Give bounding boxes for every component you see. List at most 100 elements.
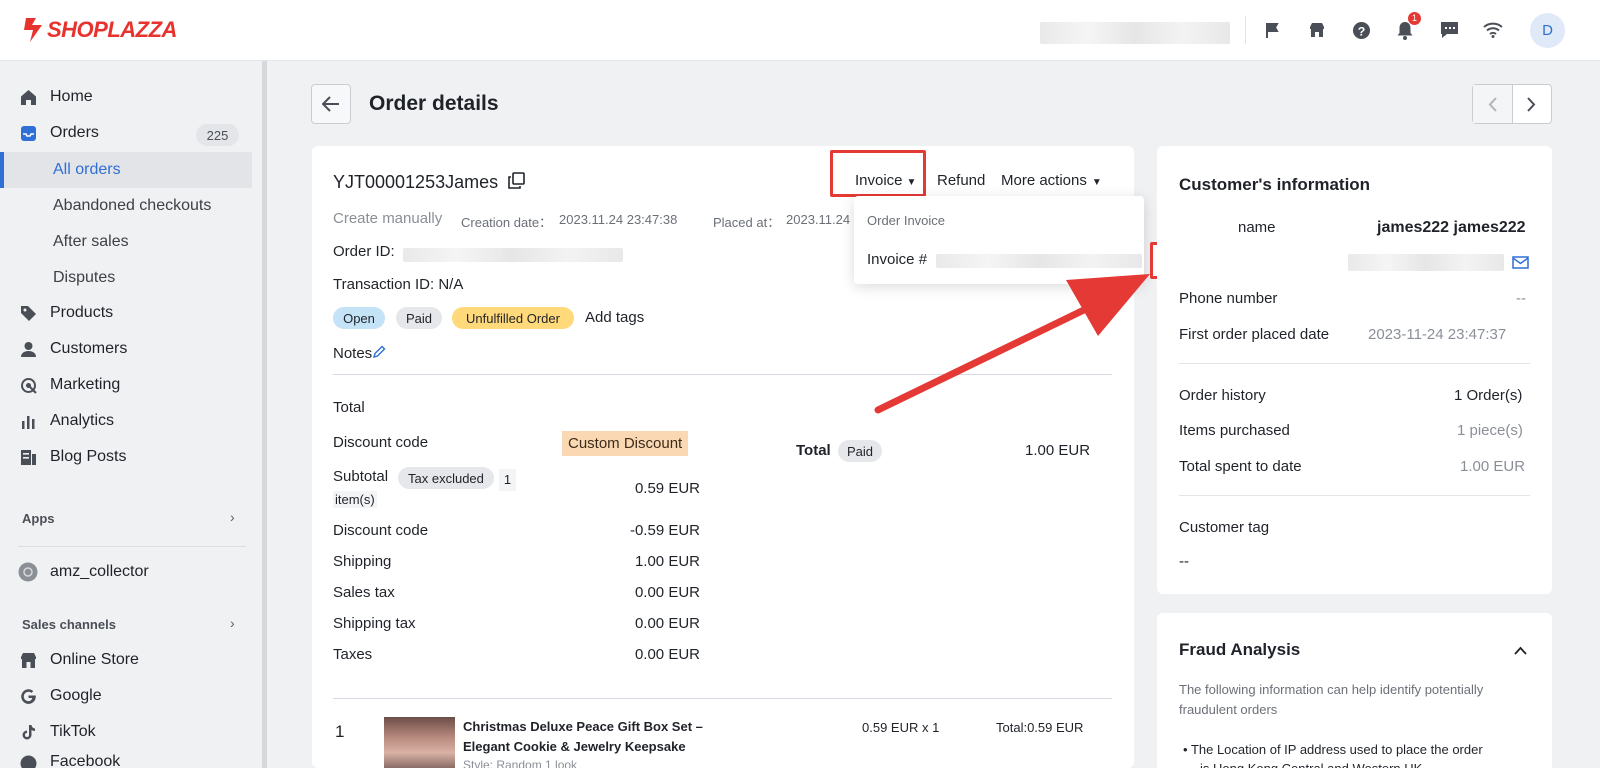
divider: [333, 698, 1112, 699]
facebook-icon: [18, 753, 38, 768]
sidebar-item-amz-collector[interactable]: amz_collector: [18, 557, 253, 587]
more-actions-button[interactable]: More actions ▼: [1001, 172, 1102, 189]
notes-label: Notes: [333, 345, 373, 362]
fraud-bullet-1: • The Location of IP address used to pla…: [1183, 742, 1483, 757]
wifi-icon[interactable]: [1482, 19, 1504, 41]
fraud-description-line2: fraudulent orders: [1179, 702, 1278, 717]
google-icon: [18, 686, 38, 706]
mail-icon[interactable]: [1512, 256, 1529, 273]
sidebar-item-label: Google: [50, 687, 102, 704]
copy-icon[interactable]: [508, 172, 525, 193]
sidebar-item-home[interactable]: Home: [18, 82, 253, 112]
creation-date-label: Creation date：: [461, 215, 553, 230]
next-order-button[interactable]: [1513, 85, 1552, 123]
refund-button[interactable]: Refund: [937, 172, 985, 189]
line-item-index: 1: [335, 722, 345, 741]
help-icon[interactable]: ?: [1350, 19, 1372, 41]
payment-status-badge: Paid: [838, 440, 883, 462]
customer-heading: Customer's information: [1179, 175, 1371, 194]
fraud-heading: Fraud Analysis: [1179, 640, 1301, 659]
shipping-label: Shipping: [333, 553, 392, 570]
sidebar-item-label: amz_collector: [50, 563, 149, 580]
chevron-left-icon: [1488, 96, 1497, 112]
analytics-icon: [18, 411, 38, 431]
previous-order-button[interactable]: [1473, 85, 1513, 123]
customer-tag-value: --: [1179, 553, 1189, 570]
sales-channels-section-label: Sales channels: [22, 617, 116, 632]
sidebar-subitem-abandoned-checkouts[interactable]: Abandoned checkouts: [53, 197, 211, 215]
items-purchased-label: Items purchased: [1179, 422, 1290, 439]
subtotal-value: 0.59 EUR: [634, 480, 700, 497]
fraud-description-line1: The following information can help ident…: [1179, 682, 1484, 697]
creation-date-value: 2023.11.24 23:47:38: [559, 212, 678, 227]
first-order-label: First order placed date: [1179, 326, 1330, 343]
first-order-value: 2023-11-24 23:47:37: [1368, 326, 1507, 343]
tiktok-icon: [18, 722, 38, 742]
back-button[interactable]: [311, 84, 351, 124]
product-title-line2[interactable]: Elegant Cookie & Jewelry Keepsake: [463, 739, 686, 754]
shoplazza-logo[interactable]: SHOPLAZZA: [22, 16, 177, 44]
order-history-label: Order history: [1179, 387, 1266, 404]
chevron-right-icon[interactable]: ›: [230, 509, 235, 525]
blog-icon: [18, 447, 38, 467]
sidebar-item-google[interactable]: Google: [18, 681, 253, 711]
line-item-total: Total:0.59 EUR: [996, 720, 1084, 735]
order-name: YJT00001253James: [333, 172, 499, 192]
divider: [1245, 16, 1246, 44]
sidebar-item-facebook[interactable]: Facebook: [18, 753, 253, 768]
order-history-link[interactable]: 1 Order(s): [1454, 387, 1522, 404]
shipping-tax-label: Shipping tax: [333, 615, 416, 632]
caret-down-icon: ▼: [1091, 177, 1102, 188]
app-icon: [18, 562, 38, 582]
orders-icon: [18, 123, 38, 143]
sidebar-item-label: Analytics: [50, 412, 115, 429]
sidebar-item-marketing[interactable]: Marketing: [18, 370, 253, 400]
order-pagination: [1472, 84, 1552, 124]
sidebar-item-label: Online Store: [50, 651, 139, 668]
sidebar-item-customers[interactable]: Customers: [18, 334, 253, 364]
fraud-bullet-1-text: The Location of IP address used to place…: [1190, 742, 1483, 757]
total-spent-value: 1.00 EUR: [1460, 458, 1526, 475]
divider: [18, 546, 246, 547]
chevron-right-icon[interactable]: ›: [230, 615, 235, 631]
top-bar: SHOPLAZZA ? 1 D: [0, 0, 1600, 61]
line-item-price: 0.59 EUR x 1: [862, 720, 940, 735]
divider: [1179, 363, 1530, 364]
product-title-line1[interactable]: Christmas Deluxe Peace Gift Box Set –: [463, 719, 703, 734]
add-tags-link[interactable]: Add tags: [585, 309, 644, 326]
dropdown-header: Order Invoice: [867, 213, 946, 228]
invoice-dropdown-button[interactable]: Invoice ▼: [855, 172, 916, 189]
invoice-label: Invoice: [855, 172, 903, 189]
divider: [1179, 495, 1530, 496]
tag-icon: [18, 303, 38, 323]
flag-icon[interactable]: [1261, 19, 1283, 41]
sidebar-scrollbar[interactable]: [262, 61, 267, 768]
sidebar-item-label: Orders: [50, 124, 99, 141]
caret-down-icon: ▼: [906, 177, 917, 188]
totals-heading: Total: [333, 399, 365, 416]
product-variant: Style: Random 1 look: [463, 758, 578, 768]
notes-link[interactable]: Notes: [333, 345, 386, 362]
sales-tax-label: Sales tax: [333, 584, 395, 601]
customer-tag-label: Customer tag: [1179, 519, 1270, 536]
chat-icon[interactable]: [1438, 19, 1460, 41]
sidebar-subitem-all-orders[interactable]: All orders: [53, 161, 121, 179]
sidebar-subitem-after-sales[interactable]: After sales: [53, 233, 129, 251]
items-count-part1: 1: [499, 469, 516, 491]
sidebar-item-blog-posts[interactable]: Blog Posts: [18, 442, 253, 472]
svg-text:?: ?: [1357, 24, 1365, 38]
chevron-up-icon[interactable]: [1514, 642, 1527, 659]
items-purchased-value: 1 piece(s): [1457, 422, 1523, 439]
customer-email-redacted: [1348, 254, 1504, 271]
sidebar-item-analytics[interactable]: Analytics: [18, 406, 253, 436]
customer-name-value[interactable]: james222 james222: [1377, 219, 1526, 237]
home-icon: [18, 87, 38, 107]
sidebar-item-online-store[interactable]: Online Store: [18, 645, 253, 675]
product-thumbnail[interactable]: [384, 717, 455, 768]
user-avatar[interactable]: D: [1530, 13, 1565, 48]
store-icon[interactable]: [1306, 19, 1328, 41]
sidebar-item-products[interactable]: Products: [18, 298, 253, 328]
sidebar-item-tiktok[interactable]: TikTok: [18, 717, 253, 747]
customer-name-label: name: [1238, 219, 1276, 236]
sidebar-subitem-disputes[interactable]: Disputes: [53, 269, 115, 287]
